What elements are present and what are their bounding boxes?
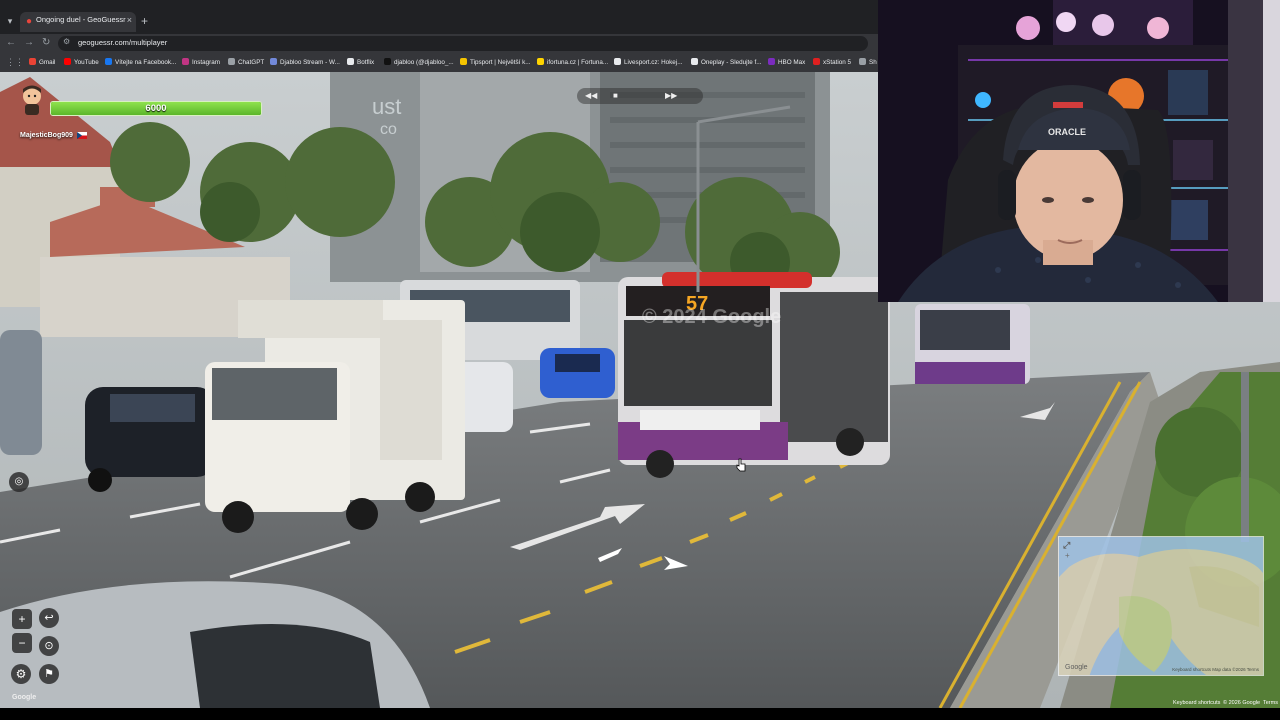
site-info-icon[interactable]: ⚙ [63,37,70,46]
tipsport-icon [460,58,467,65]
bookmark-livesport[interactable]: Livesport.cz: Hokej... [614,58,682,66]
panorama-timeline[interactable]: ◀◀ ■ ▶▶ [577,88,703,104]
tab-strip: ▾ ● Ongoing duel - GeoGuessr × + [0,12,878,32]
back-button[interactable]: ← [6,37,16,49]
gmail-icon [29,58,36,65]
tab-search-icon[interactable]: ▾ [3,14,17,28]
tab-title: Ongoing duel - GeoGuessr [36,15,126,24]
new-tab-button[interactable]: + [141,14,148,28]
bookmark-botflix[interactable]: Botflix [347,58,374,66]
rewind-icon[interactable]: ◀◀ [585,90,597,102]
google-watermark: © 2024 Google [642,306,782,328]
expand-map-icon[interactable]: ⤢ [1063,540,1070,551]
map-attribution: Keyboard shortcuts Map data ©2026 Terms [1172,667,1259,672]
return-to-start-button[interactable]: ⊙ [39,636,59,656]
guess-minimap[interactable]: ⤢ + Google Keyboard shortcuts Map data ©… [1058,536,1264,676]
tiktok-icon [384,58,391,65]
livesport-icon [614,58,621,65]
discord-icon [270,58,277,65]
camera-icon[interactable]: ◎ [9,472,29,492]
tab-close-icon[interactable]: × [127,15,132,25]
svg-text:ORACLE: ORACLE [1048,127,1086,137]
bookmark-xstation[interactable]: xStation 5 [813,58,851,66]
xstation-icon [813,58,820,65]
forward-button[interactable]: → [24,37,34,49]
player-avatar [23,85,41,115]
bookmark-overflow[interactable]: Sh [859,58,877,66]
svg-text:co: co [380,121,397,138]
map-zoom-in-button[interactable]: + [1065,551,1070,560]
oneplay-icon [691,58,698,65]
url-text[interactable]: geoguessr.com/multiplayer [78,38,167,47]
player-name: MajesticBog909 [20,132,73,139]
browser-window: ▾ ● Ongoing duel - GeoGuessr × + ← → ↻ ⚙… [0,0,878,72]
youtube-icon [64,58,71,65]
bookmark-instagram[interactable]: Instagram [182,58,220,66]
hand-cursor-icon [736,458,746,472]
bookmark-icon [859,58,866,65]
reload-button[interactable]: ↻ [42,37,50,49]
google-logo: Google [12,694,37,701]
apps-icon[interactable]: ⋮⋮ [6,57,24,68]
botflix-icon [347,58,354,65]
bookmark-fortuna[interactable]: ifortuna.cz | Fortuna... [537,58,608,66]
terms-link[interactable]: Terms [1263,700,1278,706]
settings-button[interactable]: ⚙ [11,664,31,684]
bookmark-tiktok[interactable]: djabloo (@djabloo_... [384,58,454,66]
address-bar[interactable]: ⚙ geoguessr.com/multiplayer [58,36,868,51]
facebook-icon [105,58,112,65]
bookmark-oneplay[interactable]: Oneplay - Sledujte f... [691,58,762,66]
czech-flag-icon [77,132,87,139]
bookmark-gmail[interactable]: Gmail [29,58,55,66]
webcam-overlay: ORACLE [878,0,1280,302]
keyboard-shortcuts-link[interactable]: Keyboard shortcuts [1173,700,1220,706]
browser-toolbar: ← → ↻ ⚙ geoguessr.com/multiplayer [0,34,878,53]
bookmark-hbo-max[interactable]: HBO Max [768,58,805,66]
geoguessr-pin-icon: ● [26,16,33,27]
bookmark-facebook[interactable]: Vítejte na Facebook... [105,58,176,66]
bookmark-tipsport[interactable]: Tipsport | Největší k... [460,58,531,66]
stop-icon[interactable]: ■ [613,90,618,102]
instagram-icon [182,58,189,65]
flag-button[interactable]: ⚑ [39,664,59,684]
zoom-out-button[interactable]: − [12,633,32,653]
fortuna-icon [537,58,544,65]
fast-forward-icon[interactable]: ▶▶ [665,90,677,102]
health-value: 6000 [145,103,167,114]
tab-geoguessr[interactable]: ● Ongoing duel - GeoGuessr × [20,12,136,32]
undo-move-button[interactable]: ↩ [39,608,59,628]
health-bar: 6000 [50,101,262,116]
svg-text:ust: ust [372,94,401,119]
copyright-text: © 2026 Google [1223,700,1261,706]
map-google-logo: Google [1065,664,1088,671]
zoom-in-button[interactable]: + [12,609,32,629]
bookmark-chatgpt[interactable]: ChatGPT [228,58,264,66]
bookmark-djabloo-stream[interactable]: Djabloo Stream - W... [270,58,340,66]
hbo-max-icon [768,58,775,65]
chatgpt-icon [228,58,235,65]
bookmark-youtube[interactable]: YouTube [64,58,99,66]
streamer-webcam-feed: ORACLE [878,0,1280,302]
world-map[interactable] [1059,537,1264,676]
bookmarks-bar: ⋮⋮ Gmail YouTube Vítejte na Facebook... … [0,53,878,72]
